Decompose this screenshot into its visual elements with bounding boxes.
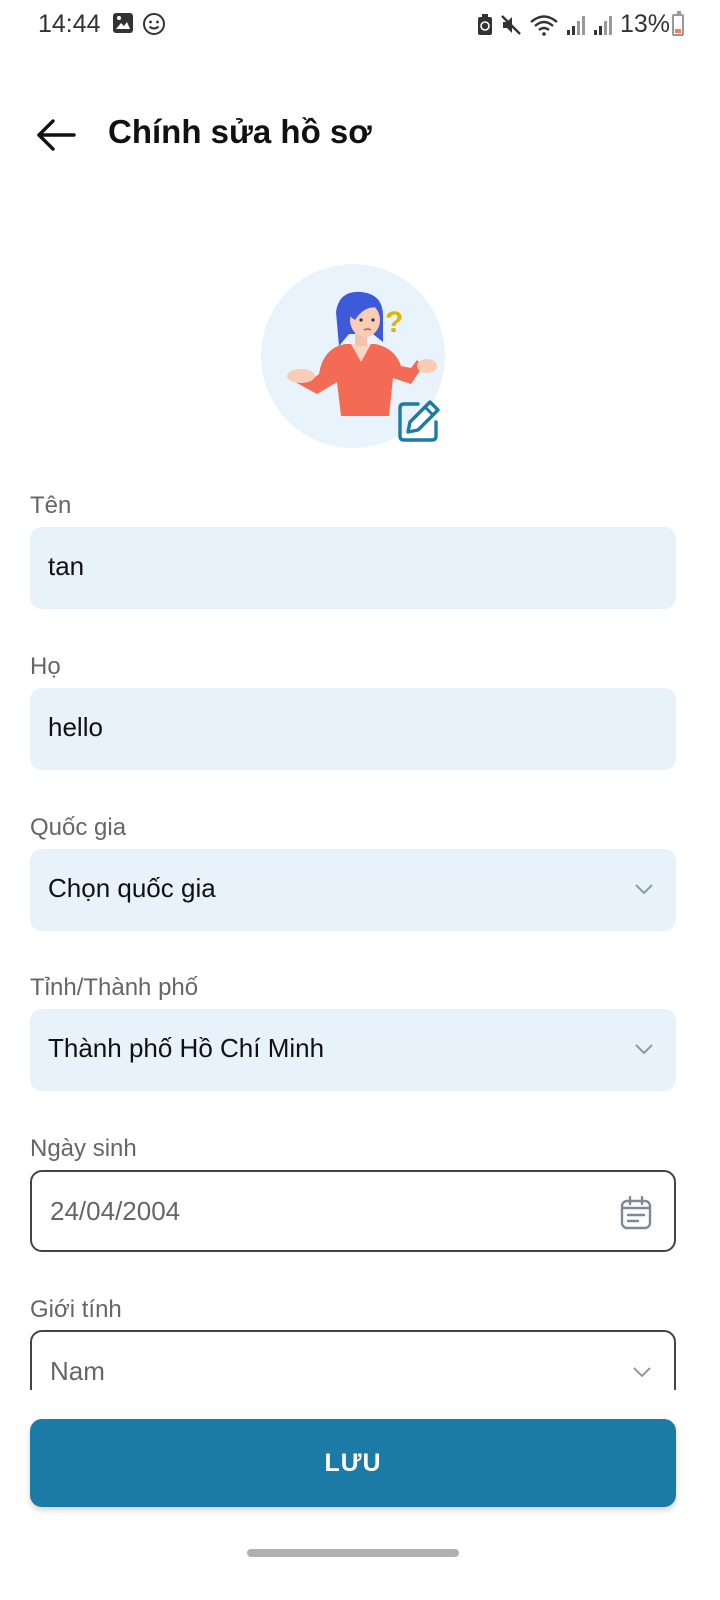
first-name-field[interactable]: tan [30, 527, 676, 609]
arrow-left-icon [37, 119, 76, 151]
chevron-down-icon [635, 884, 653, 895]
gender-value: Nam [50, 1356, 105, 1386]
country-label: Quốc gia [30, 814, 127, 841]
chevron-down-icon [635, 1044, 653, 1055]
country-value: Chọn quốc gia [48, 873, 216, 903]
home-indicator[interactable] [247, 1549, 459, 1557]
gender-clip: Nam [30, 1330, 676, 1390]
birthday-label: Ngày sinh [30, 1135, 137, 1162]
battery-saver-icon [477, 13, 492, 35]
city-select[interactable]: Thành phố Hồ Chí Minh [30, 1009, 676, 1091]
back-button[interactable] [34, 112, 80, 158]
status-bar: 14:44 13% [0, 0, 720, 54]
city-label: Tỉnh/Thành phố [30, 974, 199, 1001]
country-select[interactable]: Chọn quốc gia [30, 849, 676, 931]
save-button-label: LƯU [324, 1448, 382, 1477]
first-name-value: tan [48, 551, 85, 581]
last-name-field[interactable]: hello [30, 688, 676, 770]
last-name-value: hello [48, 712, 103, 742]
gender-label: Giới tính [30, 1296, 122, 1323]
battery-percent: 13% [619, 10, 670, 38]
status-right-icons: 13% [477, 10, 670, 39]
calendar-icon[interactable] [620, 1196, 652, 1230]
birthday-field[interactable]: 24/04/2004 [30, 1170, 676, 1252]
image-icon [113, 13, 133, 33]
edit-icon [398, 400, 440, 442]
city-value: Thành phố Hồ Chí Minh [48, 1033, 325, 1063]
wifi-icon [530, 14, 558, 36]
signal-icon [566, 15, 585, 35]
birthday-value: 24/04/2004 [50, 1196, 181, 1226]
mute-icon [501, 14, 521, 35]
chevron-down-icon [633, 1367, 651, 1378]
status-time: 14:44 [38, 10, 101, 38]
gender-select[interactable]: Nam [30, 1330, 676, 1390]
status-left-icons [112, 12, 166, 36]
save-button[interactable]: LƯU [30, 1419, 676, 1507]
signal-icon [593, 15, 612, 35]
edit-avatar-button[interactable] [396, 398, 442, 444]
smiley-icon [143, 13, 165, 35]
page-title: Chính sửa hồ sơ [108, 113, 372, 150]
first-name-label: Tên [30, 492, 72, 519]
last-name-label: Họ [30, 653, 61, 680]
battery-icon [672, 11, 684, 36]
svg-text:?: ? [385, 306, 403, 339]
